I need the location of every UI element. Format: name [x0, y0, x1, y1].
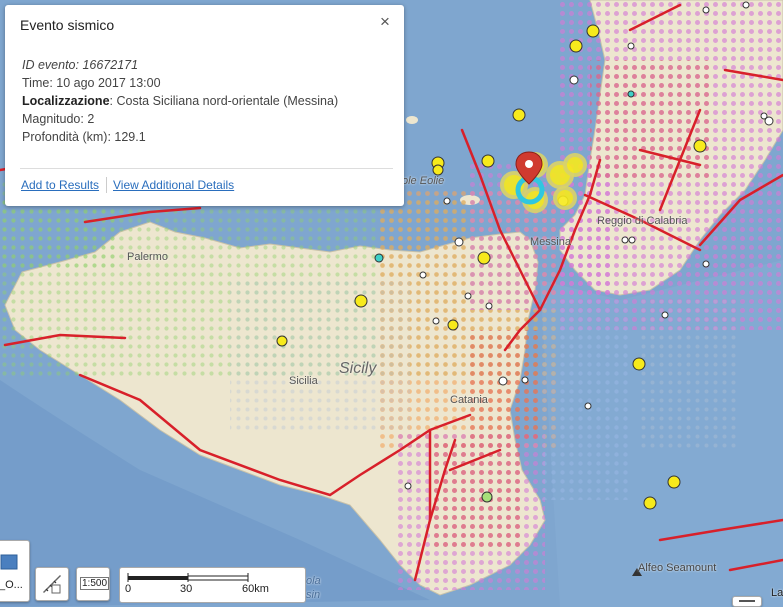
label-reggio: Reggio di Calabria [597, 215, 688, 227]
layer-icon [0, 554, 18, 570]
label-messina: Messina [530, 236, 571, 248]
label-catania: Catania [450, 394, 488, 406]
layer-toggle[interactable]: _O... [0, 540, 30, 602]
label-palermo: Palermo [127, 251, 168, 263]
measure-button[interactable] [35, 567, 69, 601]
view-details-link[interactable]: View Additional Details [113, 178, 234, 192]
close-icon[interactable]: × [380, 13, 390, 31]
label-alfeo-seamount: Alfeo Seamount [638, 562, 717, 574]
label-cut-bottom-2: sin [306, 589, 321, 601]
link-divider [106, 177, 107, 193]
layer-label: _O... [0, 579, 23, 591]
aeolian-island [406, 116, 418, 124]
label-corner-cut: La [771, 587, 783, 599]
event-popup: Evento sismico × ID evento: 16672171 Tim… [5, 5, 404, 206]
label-cut-bottom-1: ola [306, 575, 321, 587]
scale-label-60km: 60km [242, 583, 269, 595]
popup-separator [20, 168, 393, 169]
event-id: ID evento: 16672171 [22, 58, 139, 72]
scale-label-30: 30 [180, 583, 193, 595]
location-label: Localizzazione [22, 94, 110, 108]
add-to-results-link[interactable]: Add to Results [21, 178, 99, 192]
scale-label-0: 0 [125, 583, 132, 595]
label-eolie: ole Eolie [402, 175, 445, 187]
scale-bar [119, 567, 306, 603]
event-depth: Profondità (km): 129.1 [22, 130, 146, 144]
popup-title: Evento sismico [20, 17, 115, 33]
measure-icon [43, 575, 61, 594]
event-magnitude: Magnitudo: 2 [22, 112, 95, 126]
label-sicilia: Sicilia [289, 375, 318, 387]
scale-button[interactable]: 1:500 [76, 567, 110, 601]
location-value: : Costa Siciliana nord-orientale (Messin… [109, 94, 339, 108]
popup-body: ID evento: 16672171 Time: 10 ago 2017 13… [22, 56, 338, 146]
label-sicily: Sicily [339, 360, 377, 377]
collapse-icon [739, 600, 755, 602]
event-time: Time: 10 ago 2017 13:00 [22, 76, 161, 90]
scale-button-label: 1:500 [80, 577, 110, 590]
collapse-button[interactable] [732, 596, 762, 607]
